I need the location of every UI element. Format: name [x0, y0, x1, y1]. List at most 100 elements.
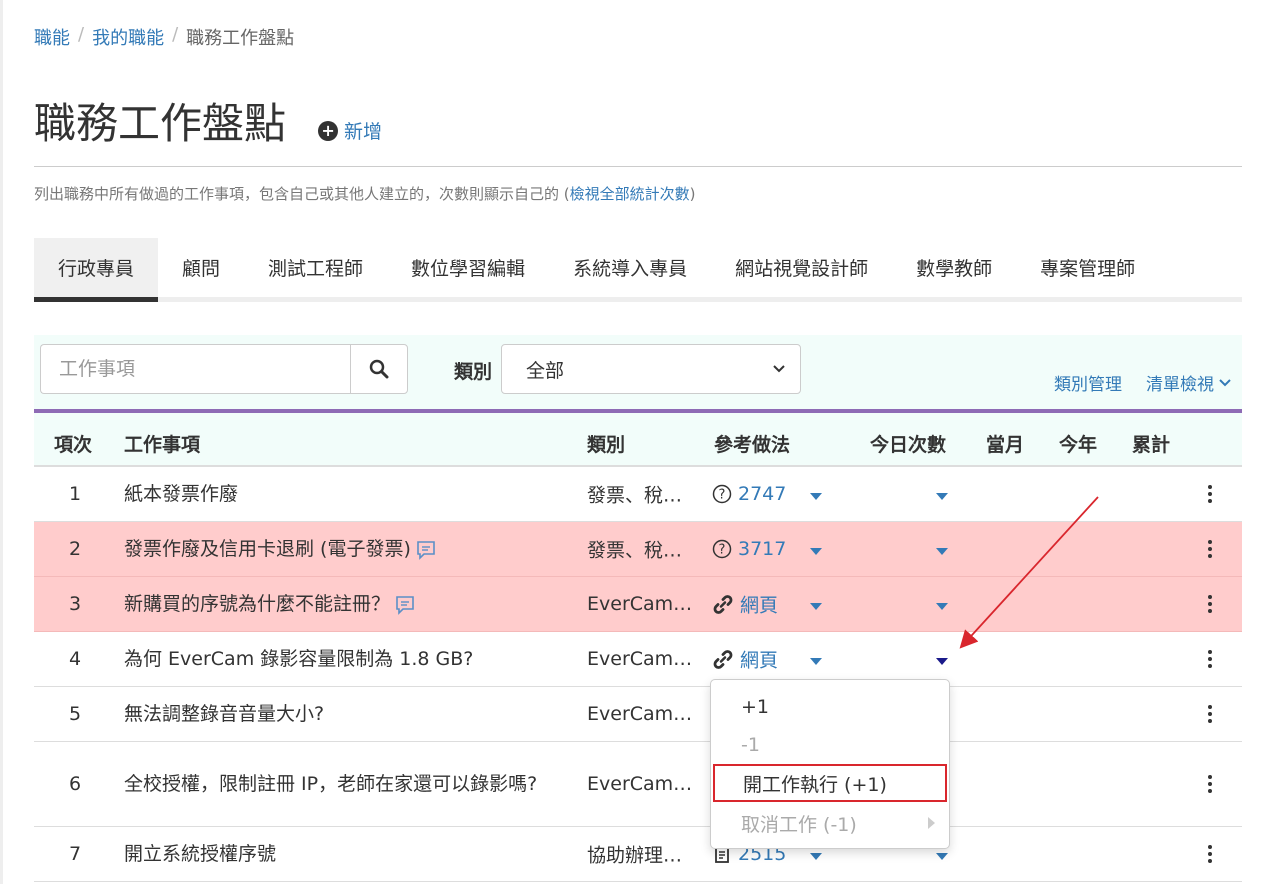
description-text: 列出職務中所有做過的工作事項，包含自己或其他人建立的，次數則顯示自己的 (: [34, 185, 570, 203]
row-category: 協助辦理…: [587, 844, 683, 867]
row-name: 開立系統授權序號: [124, 843, 277, 865]
more-dot: [1208, 859, 1212, 863]
tab-test-engineer[interactable]: 測試工程師: [244, 238, 387, 297]
question-icon: ?: [712, 539, 732, 559]
row-ref-link[interactable]: 網頁: [712, 646, 778, 673]
caret-down-icon: [810, 493, 822, 500]
tab-elearning-editor[interactable]: 數位學習編輯: [387, 238, 549, 297]
row-no: 4: [68, 648, 82, 670]
today-count-caret[interactable]: [936, 593, 948, 615]
tab-admin-staff[interactable]: 行政專員: [34, 238, 159, 302]
tab-web-visual-designer[interactable]: 網站視覺設計師: [711, 238, 892, 297]
category-select-value: 全部: [526, 359, 565, 382]
role-tabs: 行政專員 顧問 測試工程師 數位學習編輯 系統導入專員 網站視覺設計師 數學教師…: [34, 238, 1242, 302]
row-name-text: 發票作廢及信用卡退刷 (電子發票): [124, 538, 411, 560]
submenu-arrow-icon: [928, 817, 935, 829]
search-icon: [369, 359, 389, 379]
breadcrumb-link-competency[interactable]: 職能: [34, 24, 70, 50]
header-total: 累計: [1132, 434, 1171, 456]
row-ref-text: 網頁: [740, 594, 779, 617]
row-no: 6: [68, 773, 82, 795]
ref-dropdown-caret[interactable]: [810, 648, 822, 670]
row-name: 為何 EverCam 錄影容量限制為 1.8 GB?: [124, 648, 474, 670]
breadcrumb-current: 職務工作盤點: [186, 28, 295, 49]
row-more-button[interactable]: [1202, 540, 1218, 558]
row-name-text: 新購買的序號為什麼不能註冊？: [124, 593, 391, 615]
row-ref-link[interactable]: ? 2747: [712, 483, 786, 505]
add-new-button[interactable]: + 新增: [318, 117, 382, 144]
header-ref: 參考做法: [714, 434, 791, 456]
caret-down-icon: [810, 548, 822, 555]
tab-project-manager[interactable]: 專案管理師: [1016, 238, 1159, 297]
comment-icon[interactable]: [415, 539, 437, 561]
row-category: EverCam…: [587, 703, 693, 725]
row-name: 新購買的序號為什麼不能註冊？: [124, 590, 564, 618]
ref-dropdown-caret[interactable]: [810, 593, 822, 615]
row-more-button[interactable]: [1202, 705, 1218, 723]
row-more-button[interactable]: [1202, 595, 1218, 613]
row-ref-text: 網頁: [740, 649, 779, 672]
caret-down-icon: [936, 548, 948, 555]
chevron-down-icon: [1219, 378, 1231, 386]
row-name: 紙本發票作廢: [124, 483, 239, 505]
page-title: 職務工作盤點: [34, 99, 287, 148]
category-select[interactable]: 全部: [501, 344, 801, 394]
caret-down-icon: [936, 853, 948, 860]
category-label: 類別: [454, 361, 493, 383]
ref-dropdown-caret[interactable]: [810, 483, 822, 505]
svg-text:?: ?: [719, 488, 726, 503]
caret-down-icon: [936, 493, 948, 500]
menu-item-cancel-task[interactable]: 取消工作 (-1): [711, 804, 949, 842]
row-more-button[interactable]: [1202, 485, 1218, 503]
more-dot: [1208, 712, 1212, 716]
menu-item-plus-one[interactable]: +1: [711, 688, 949, 726]
view-all-stats-link[interactable]: 檢視全部統計次數: [570, 185, 690, 203]
link-icon: [713, 649, 733, 669]
more-dot: [1208, 789, 1212, 793]
search-button[interactable]: [350, 344, 408, 394]
chevron-down-icon: [773, 365, 785, 373]
header-category: 類別: [587, 434, 626, 456]
page-left-border: [0, 0, 3, 884]
more-dot: [1208, 664, 1212, 668]
header-no: 項次: [54, 434, 93, 456]
row-more-button[interactable]: [1202, 775, 1218, 793]
more-dot: [1208, 719, 1212, 723]
today-count-caret[interactable]: [936, 483, 948, 505]
toolbar-links: 類別管理 清單檢視: [1054, 370, 1232, 395]
menu-item-start-task[interactable]: 開工作執行 (+1): [713, 764, 947, 802]
caret-down-icon: [810, 853, 822, 860]
row-no: 5: [68, 703, 82, 725]
header-today: 今日次數: [870, 434, 947, 456]
list-view-toggle[interactable]: 清單檢視: [1146, 370, 1232, 395]
tab-math-teacher[interactable]: 數學教師: [892, 238, 1016, 297]
more-dot: [1208, 782, 1212, 786]
category-manage-link[interactable]: 類別管理: [1054, 370, 1122, 395]
search-input[interactable]: [40, 344, 350, 394]
comment-icon[interactable]: [394, 594, 416, 616]
plus-circle-icon: +: [318, 120, 339, 141]
more-dot: [1208, 845, 1212, 849]
menu-item-minus-one[interactable]: -1: [711, 726, 949, 764]
row-ref-link[interactable]: 網頁: [712, 591, 778, 618]
title-divider: [34, 166, 1242, 167]
today-count-caret[interactable]: [936, 538, 948, 560]
row-ref-link[interactable]: ? 3717: [712, 538, 786, 560]
filter-toolbar: 類別 全部 類別管理 清單檢視: [34, 335, 1242, 409]
tab-system-implementation[interactable]: 系統導入專員: [549, 238, 711, 297]
list-view-label: 清單檢視: [1146, 375, 1214, 395]
row-more-button[interactable]: [1202, 845, 1218, 863]
row-more-button[interactable]: [1202, 650, 1218, 668]
caret-down-icon: [936, 603, 948, 610]
table-row: 4 為何 EverCam 錄影容量限制為 1.8 GB? EverCam… 網頁: [34, 632, 1242, 687]
today-count-caret-active[interactable]: [936, 648, 948, 670]
ref-dropdown-caret[interactable]: [810, 538, 822, 560]
description-end: ): [689, 185, 696, 203]
row-no: 1: [68, 483, 82, 505]
row-no: 7: [68, 843, 82, 865]
breadcrumb-separator: /: [78, 24, 85, 45]
breadcrumb-link-my-competency[interactable]: 我的職能: [92, 24, 164, 50]
more-dot: [1208, 705, 1212, 709]
tab-consultant[interactable]: 顧問: [158, 238, 244, 297]
more-dot: [1208, 492, 1212, 496]
